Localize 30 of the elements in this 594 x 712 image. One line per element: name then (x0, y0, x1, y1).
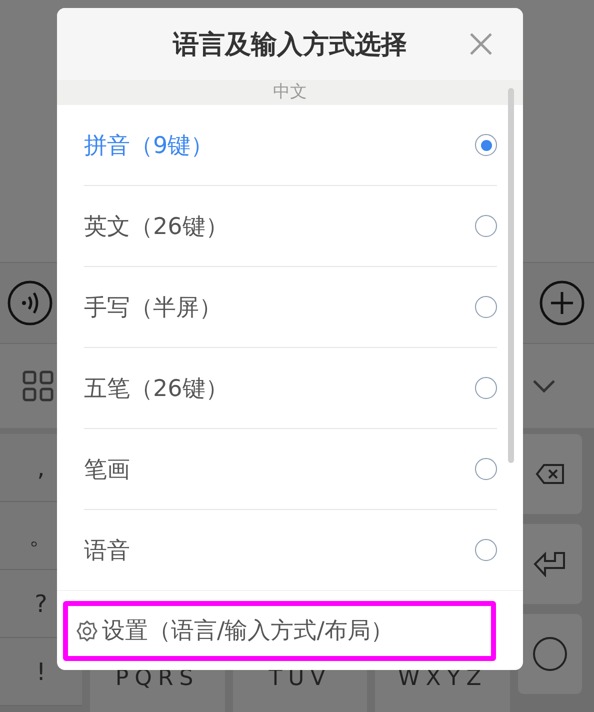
backspace-icon (535, 463, 565, 485)
gear-icon (76, 620, 98, 642)
grid-icon[interactable] (22, 370, 54, 402)
option-label: 拼音（9键） (84, 132, 214, 160)
option-label: 语音 (84, 536, 130, 566)
option-label: 英文（26键） (84, 212, 228, 242)
radio-button[interactable] (475, 458, 497, 480)
option-row[interactable]: 笔画 (84, 429, 497, 510)
radio-button[interactable] (475, 215, 497, 237)
option-row[interactable]: 英文（26键） (84, 186, 497, 267)
option-label: 笔画 (84, 456, 130, 484)
radio-button[interactable] (475, 539, 497, 561)
settings-link[interactable]: 设置（语言/输入方式/布局） (63, 600, 496, 660)
option-row[interactable]: 语音 (84, 510, 497, 590)
option-label: 手写（半屏） (84, 294, 222, 322)
sound-wave-icon[interactable] (7, 280, 53, 326)
enter-icon (533, 551, 567, 577)
option-row[interactable]: 拼音（9键） (84, 105, 497, 186)
radio-button[interactable] (475, 134, 497, 156)
option-row[interactable]: 手写（半屏） (84, 267, 497, 348)
chevron-down-icon[interactable] (532, 379, 556, 393)
radio-button[interactable] (475, 296, 497, 318)
option-label: 五笔（26键） (84, 374, 228, 404)
dialog-title: 语言及输入方式选择 (173, 28, 407, 62)
section-header: 中文 (57, 80, 523, 105)
radio-button[interactable] (475, 377, 497, 399)
circle-icon (532, 636, 568, 672)
plus-icon[interactable] (539, 280, 585, 326)
option-row[interactable]: 五笔（26键） (84, 348, 497, 429)
close-icon[interactable] (469, 32, 493, 56)
